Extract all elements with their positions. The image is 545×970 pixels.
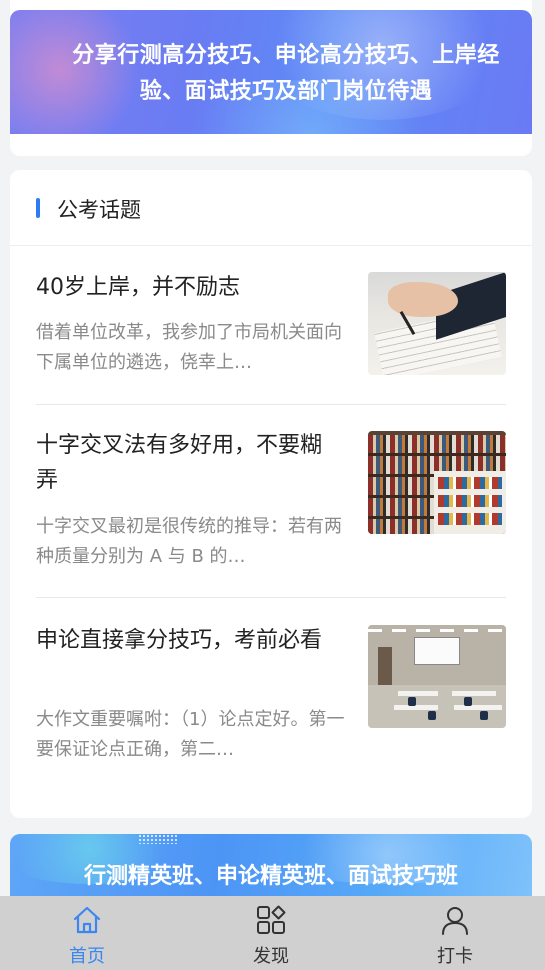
article-item[interactable]: 40岁上岸，并不励志 借着单位改革，我参加了市局机关面向下属单位的遴选，侥幸上… xyxy=(36,270,506,405)
article-summary: 十字交叉最初是很传统的推导：若有两种质量分别为 A 与 B 的… xyxy=(36,516,342,567)
section-accent-bar xyxy=(36,198,40,218)
home-icon xyxy=(73,906,101,934)
banner-decoration xyxy=(138,834,178,844)
article-title: 申论直接拿分技巧，考前必看 xyxy=(36,628,323,653)
bottom-banner-text: 行测精英班、申论精英班、面试技巧班 xyxy=(83,864,458,889)
page: 分享行测高分技巧、申论高分技巧、上岸经验、面试技巧及部门岗位待遇 公考话题 40… xyxy=(0,0,545,970)
tab-label: 打卡 xyxy=(437,946,473,967)
discover-icon xyxy=(257,905,286,934)
tab-label: 首页 xyxy=(69,946,105,967)
divider xyxy=(36,404,506,405)
divider xyxy=(36,597,506,598)
article-thumbnail xyxy=(368,625,506,728)
top-banner-card: 分享行测高分技巧、申论高分技巧、上岸经验、面试技巧及部门岗位待遇 xyxy=(10,0,532,156)
article-item[interactable]: 申论直接拿分技巧，考前必看 大作文重要嘱咐：（1）论点定好。第一要保证论点正确，… xyxy=(36,623,506,783)
tab-label: 发现 xyxy=(253,946,289,967)
top-banner-text: 分享行测高分技巧、申论高分技巧、上岸经验、面试技巧及部门岗位待遇 xyxy=(72,43,500,104)
tab-home[interactable]: 首页 xyxy=(27,896,147,970)
article-thumbnail xyxy=(368,272,506,375)
article-title: 40岁上岸，并不励志 xyxy=(36,275,240,300)
tab-checkin[interactable]: 打卡 xyxy=(395,896,515,970)
topic-section: 公考话题 40岁上岸，并不励志 借着单位改革，我参加了市局机关面向下属单位的遴选… xyxy=(10,170,532,818)
tab-bar: 首页 发现 打卡 xyxy=(0,896,545,970)
article-summary: 大作文重要嘱咐：（1）论点定好。第一要保证论点正确，第二… xyxy=(36,709,345,760)
article-title: 十字交叉法有多好用，不要糊弄 xyxy=(36,433,323,493)
user-icon xyxy=(442,907,468,935)
article-summary: 借着单位改革，我参加了市局机关面向下属单位的遴选，侥幸上… xyxy=(36,322,342,373)
tab-discover[interactable]: 发现 xyxy=(211,896,331,970)
article-thumbnail xyxy=(368,431,506,534)
article-item[interactable]: 十字交叉法有多好用，不要糊弄 十字交叉最初是很传统的推导：若有两种质量分别为 A… xyxy=(36,428,506,598)
section-title: 公考话题 xyxy=(57,198,141,222)
top-banner[interactable]: 分享行测高分技巧、申论高分技巧、上岸经验、面试技巧及部门岗位待遇 xyxy=(10,10,532,134)
bottom-banner[interactable]: 行测精英班、申论精英班、面试技巧班 xyxy=(10,834,532,904)
section-header: 公考话题 xyxy=(10,170,532,246)
